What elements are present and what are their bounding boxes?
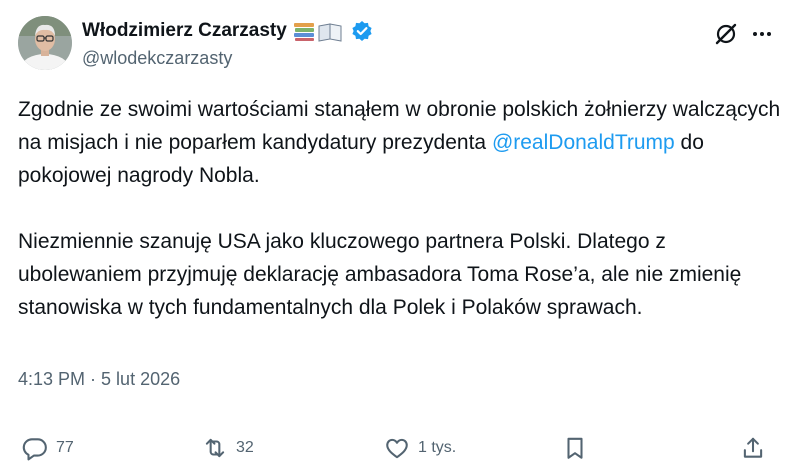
books-emoji-icon [293,20,343,42]
reply-count: 77 [56,439,74,456]
tweet-text: Zgodnie ze swoimi wartościami stanąłem w… [18,93,788,324]
retweet-count: 32 [236,439,254,456]
avatar[interactable] [18,16,72,70]
reply-button[interactable]: 77 [22,432,74,464]
verified-badge-icon[interactable] [351,20,373,42]
tweet-timestamp[interactable]: 4:13 PM · 5 lut 2026 [18,369,180,390]
more-dots-icon[interactable] [748,20,776,48]
retweet-icon [202,435,228,461]
tweet-paragraph-2: Niezmiennie szanuję USA jako kluczowego … [18,230,742,319]
author-row: Włodzimierz Czarzasty [82,20,373,42]
author-display-name[interactable]: Włodzimierz Czarzasty [82,20,287,42]
retweet-button[interactable]: 32 [202,432,254,464]
like-count: 1 tys. [418,439,457,456]
like-button[interactable]: 1 tys. [384,432,456,464]
timestamp-separator: · [90,369,97,389]
timestamp-date[interactable]: 5 lut 2026 [101,369,180,390]
bookmark-icon [562,435,588,461]
timestamp-time[interactable]: 4:13 PM [18,369,85,390]
tweet-card: Włodzimierz Czarzasty @wlodekczarzasty Z… [0,0,800,468]
grok-icon[interactable] [712,20,740,48]
action-bar: 77 32 1 tys. [0,432,800,468]
share-button[interactable] [740,432,766,464]
heart-icon [384,435,410,461]
tweet-paragraph-1: Zgodnie ze swoimi wartościami stanąłem w… [18,93,788,192]
author-handle[interactable]: @wlodekczarzasty [82,48,232,69]
mention-link[interactable]: @realDonaldTrump [492,131,675,154]
reply-icon [22,435,48,461]
bookmark-button[interactable] [562,432,588,464]
share-icon [740,435,766,461]
